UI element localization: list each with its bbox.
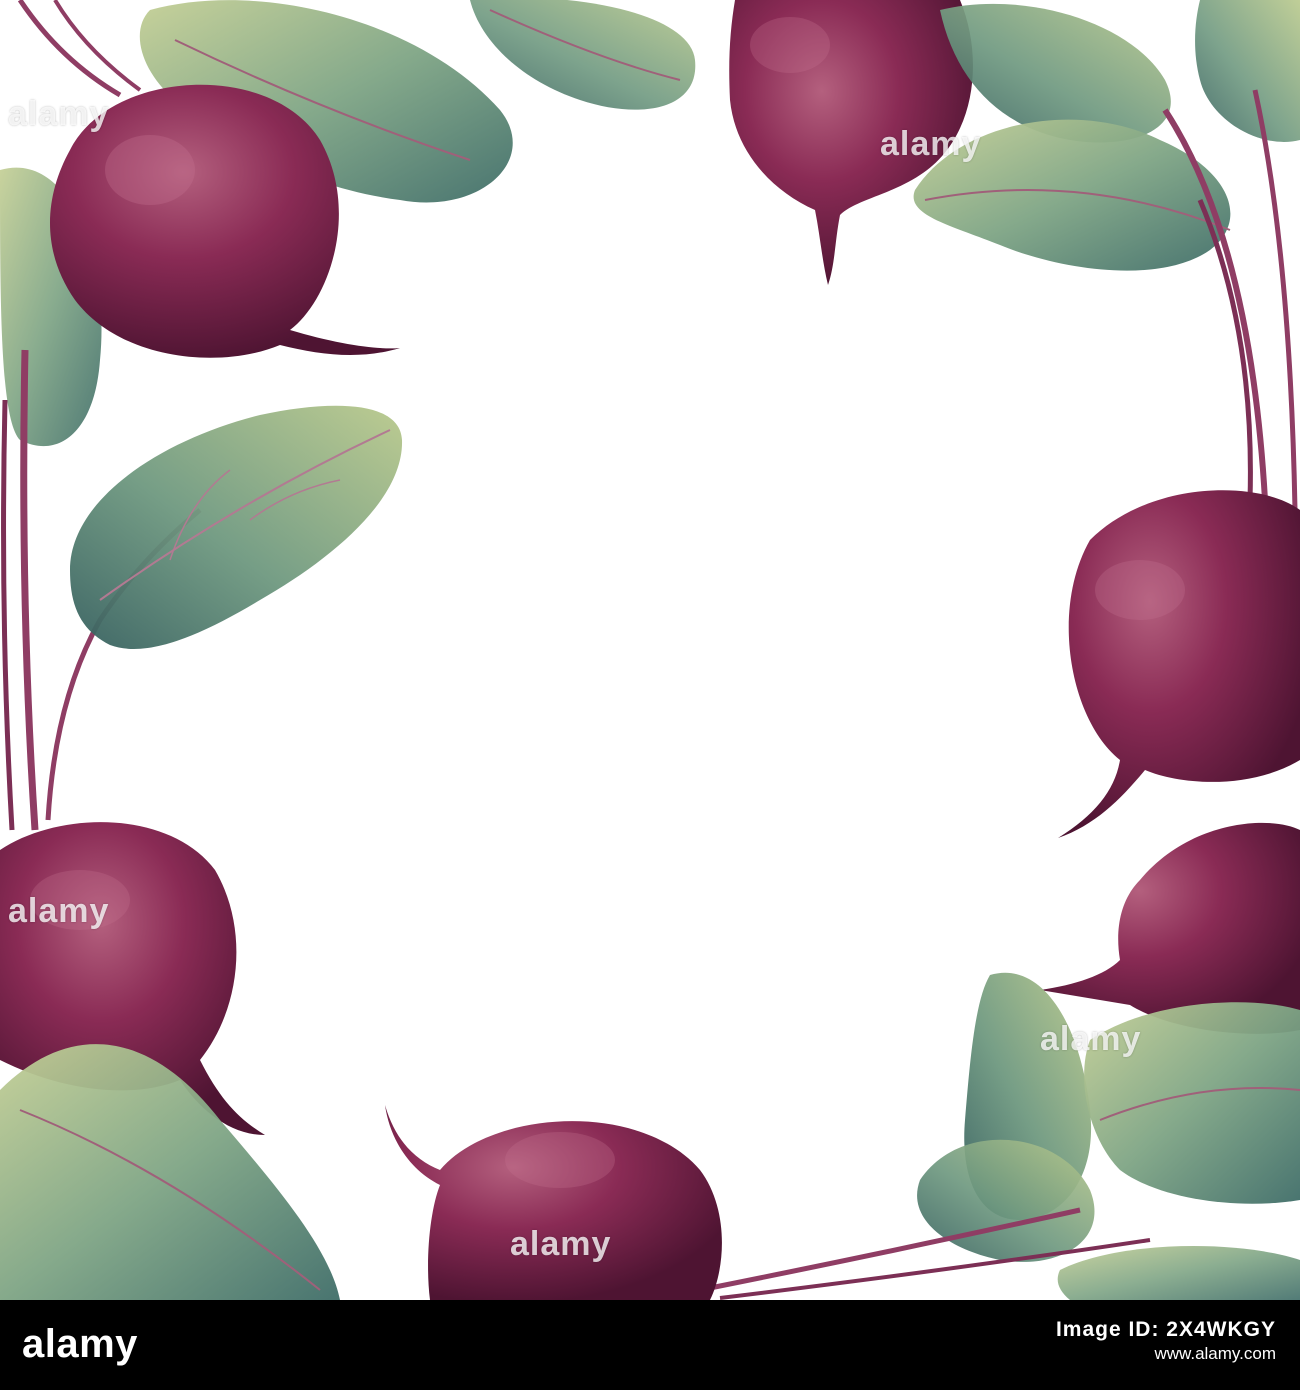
- beet-right-bottom-group: [699, 822, 1300, 1300]
- beetroot-illustration: [0, 0, 1300, 1300]
- leaf: [1195, 0, 1300, 142]
- site-url: www.alamy.com: [1154, 1344, 1276, 1363]
- beet-right-middle-group: [1058, 490, 1300, 838]
- leaf: [1057, 1246, 1300, 1300]
- alamy-logo: alamy: [22, 1322, 138, 1366]
- beet-top-left-group: [0, 0, 696, 447]
- watercolor-beetroot-frame: alamy alamy alamy alamy alamy: [0, 0, 1300, 1300]
- stock-footer-bar: alamy Image ID: 2X4WKGY www.alamy.com: [0, 1300, 1300, 1390]
- beet-bottom-center-group: [385, 1105, 722, 1300]
- leaf: [0, 1044, 340, 1300]
- beet-root: [1040, 822, 1300, 1034]
- leaf: [1084, 1002, 1300, 1204]
- beet-root: [1058, 490, 1300, 838]
- image-id-label: Image ID: 2X4WKGY: [1055, 1318, 1276, 1341]
- image-id-block: Image ID: 2X4WKGY www.alamy.com: [1056, 1318, 1276, 1366]
- leaf: [70, 405, 403, 649]
- beet-left-bottom-group: [0, 822, 340, 1300]
